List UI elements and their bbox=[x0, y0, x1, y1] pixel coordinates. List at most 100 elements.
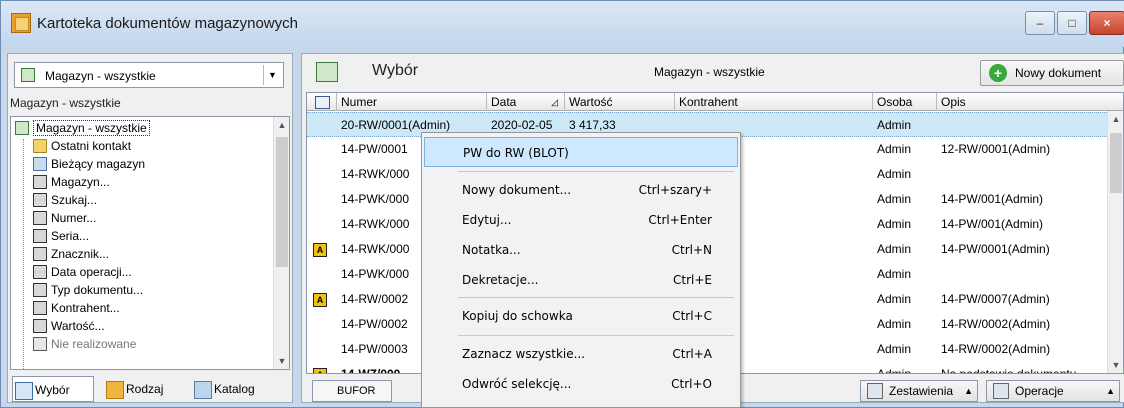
scroll-thumb[interactable] bbox=[276, 137, 288, 267]
warehouse-icon bbox=[21, 68, 35, 82]
left-tabs: Wybór Rodzaj Katalog bbox=[8, 376, 294, 402]
select-all-header[interactable] bbox=[307, 93, 337, 111]
operacje-button[interactable]: Operacje ▲ bbox=[986, 380, 1120, 402]
column-wartosc[interactable]: Wartość bbox=[565, 93, 675, 111]
column-data[interactable]: Data ◿ bbox=[487, 93, 565, 111]
binoculars-icon bbox=[33, 283, 47, 297]
filter-tree: Magazyn - wszystkie Ostatni kontakt Bież… bbox=[10, 116, 290, 370]
app-icon bbox=[11, 13, 31, 33]
calendar-icon bbox=[33, 157, 47, 171]
binoculars-icon bbox=[33, 247, 47, 261]
tree-item-szukaj[interactable]: Szukaj... bbox=[33, 191, 97, 209]
tree-item-ostatni-kontakt[interactable]: Ostatni kontakt bbox=[33, 137, 131, 155]
status-badge: A bbox=[313, 368, 327, 373]
column-opis[interactable]: Opis bbox=[937, 93, 1123, 111]
scroll-thumb[interactable] bbox=[1110, 133, 1122, 193]
close-button[interactable]: × bbox=[1089, 11, 1124, 35]
tree-item-magazyn-wszystkie[interactable]: Magazyn - wszystkie bbox=[15, 119, 150, 137]
panel-subtitle: Magazyn - wszystkie bbox=[654, 65, 765, 79]
chevron-up-icon: ▲ bbox=[1106, 386, 1115, 396]
plus-icon: + bbox=[989, 64, 1007, 82]
warehouse-combo-value: Magazyn - wszystkie bbox=[45, 69, 156, 83]
cell-opis: 12-RW/0001(Admin) bbox=[941, 142, 1051, 156]
tree-item-wartosc[interactable]: Wartość... bbox=[33, 317, 105, 335]
menu-item-odwroc-selekcje[interactable]: Odwróć selekcję... Ctrl+O bbox=[424, 369, 738, 399]
tree-item-nie-realizowane[interactable]: Nie realizowane bbox=[33, 335, 136, 353]
chevron-down-icon[interactable]: ▼ bbox=[274, 353, 289, 369]
binoculars-icon bbox=[33, 211, 47, 225]
binoculars-icon bbox=[33, 193, 47, 207]
window-title: Kartoteka dokumentów magazynowych bbox=[37, 15, 298, 32]
menu-item-kopiuj[interactable]: Kopiuj do schowka Ctrl+C bbox=[424, 301, 738, 331]
bufor-field[interactable]: BUFOR bbox=[312, 380, 392, 402]
binoculars-icon bbox=[33, 265, 47, 279]
chevron-down-icon[interactable]: ▼ bbox=[1108, 357, 1123, 373]
tree-item-data-operacji[interactable]: Data operacji... bbox=[33, 263, 132, 281]
column-kontrahent[interactable]: Kontrahent bbox=[675, 93, 873, 111]
report-icon bbox=[867, 383, 883, 399]
binoculars-icon bbox=[33, 229, 47, 243]
zestawienia-button[interactable]: Zestawienia ▲ bbox=[860, 380, 978, 402]
menu-item-edytuj[interactable]: Edytuj... Ctrl+Enter bbox=[424, 205, 738, 235]
chevron-up-icon[interactable]: ▲ bbox=[1108, 111, 1123, 127]
tab-wybor[interactable]: Wybór bbox=[12, 376, 94, 402]
cell-opis: 14-RW/0002(Admin) bbox=[941, 317, 1051, 331]
status-badge: A bbox=[313, 293, 327, 307]
chevron-down-icon[interactable]: ▼ bbox=[263, 65, 281, 85]
menu-item-pw-do-rw[interactable]: PW do RW (BLOT) bbox=[424, 137, 738, 167]
grid-scrollbar[interactable]: ▲ ▼ bbox=[1107, 111, 1123, 373]
cell-osoba: Admin bbox=[877, 118, 912, 132]
cell-osoba: Admin bbox=[877, 192, 912, 206]
cell-osoba: Admin bbox=[877, 292, 912, 306]
menu-item-dekretacje[interactable]: Dekretacje... Ctrl+E bbox=[424, 265, 738, 295]
tree-item-magazyn[interactable]: Magazyn... bbox=[33, 173, 110, 191]
tree-item-biezacy-magazyn[interactable]: Bieżący magazyn bbox=[33, 155, 145, 173]
chevron-up-icon[interactable]: ▲ bbox=[274, 117, 289, 133]
new-document-label: Nowy dokument bbox=[1015, 66, 1102, 80]
tree-item-typ-dokumentu[interactable]: Typ dokumentu... bbox=[33, 281, 143, 299]
filter-label: Magazyn - wszystkie bbox=[10, 96, 121, 110]
menu-item-notatka[interactable]: Notatka... Ctrl+N bbox=[424, 235, 738, 265]
tree-item-seria[interactable]: Seria... bbox=[33, 227, 89, 245]
cell-osoba: Admin bbox=[877, 342, 912, 356]
column-numer[interactable]: Numer bbox=[337, 93, 487, 111]
list-icon bbox=[33, 337, 47, 351]
cell-osoba: Admin bbox=[877, 367, 912, 374]
minimize-button[interactable]: – bbox=[1025, 11, 1055, 35]
tree-item-kontrahent[interactable]: Kontrahent... bbox=[33, 299, 120, 317]
cell-osoba: Admin bbox=[877, 317, 912, 331]
contact-icon bbox=[33, 139, 47, 153]
warehouse-combo[interactable]: Magazyn - wszystkie ▼ bbox=[14, 62, 284, 88]
column-osoba[interactable]: Osoba bbox=[873, 93, 937, 111]
binoculars-icon bbox=[33, 175, 47, 189]
status-badge: A bbox=[313, 243, 327, 257]
tab-katalog[interactable]: Katalog bbox=[192, 376, 282, 402]
gear-icon bbox=[993, 383, 1009, 399]
tab-rodzaj[interactable]: Rodzaj bbox=[104, 376, 184, 402]
cell-opis: 14-PW/001(Admin) bbox=[941, 192, 1044, 206]
menu-separator bbox=[458, 335, 734, 336]
maximize-button[interactable]: □ bbox=[1057, 11, 1087, 35]
cell-opis: Na podstawie dokumentu bbox=[941, 367, 1077, 374]
tree-guide-line bbox=[23, 139, 24, 369]
chevron-up-icon: ▲ bbox=[964, 386, 973, 396]
menu-item-zaznacz-wszystkie[interactable]: Zaznacz wszystkie... Ctrl+A bbox=[424, 339, 738, 369]
tree-scrollbar[interactable]: ▲ ▼ bbox=[273, 117, 289, 369]
binoculars-icon bbox=[33, 301, 47, 315]
warehouse-icon bbox=[316, 62, 338, 82]
cell-opis: 14-RW/0002(Admin) bbox=[941, 342, 1051, 356]
tree-item-numer[interactable]: Numer... bbox=[33, 209, 96, 227]
warehouse-icon bbox=[15, 121, 29, 135]
grid-header: Numer Data ◿ Wartość Kontrahent Osoba Opi… bbox=[307, 93, 1123, 111]
cell-osoba: Admin bbox=[877, 267, 912, 281]
title-bar: Kartoteka dokumentów magazynowych – □ × bbox=[1, 1, 1124, 47]
menu-separator bbox=[458, 171, 734, 172]
menu-item-nowy-dokument[interactable]: Nowy dokument... Ctrl+szary+ bbox=[424, 175, 738, 205]
cell-osoba: Admin bbox=[877, 217, 912, 231]
cell-opis: 14-PW/0007(Admin) bbox=[941, 292, 1050, 306]
cell-osoba: Admin bbox=[877, 142, 912, 156]
cell-opis: 14-PW/001(Admin) bbox=[941, 217, 1044, 231]
new-document-button[interactable]: + Nowy dokument bbox=[980, 60, 1124, 86]
tree-item-znacznik[interactable]: Znacznik... bbox=[33, 245, 109, 263]
panel-title: Wybór bbox=[372, 62, 419, 79]
